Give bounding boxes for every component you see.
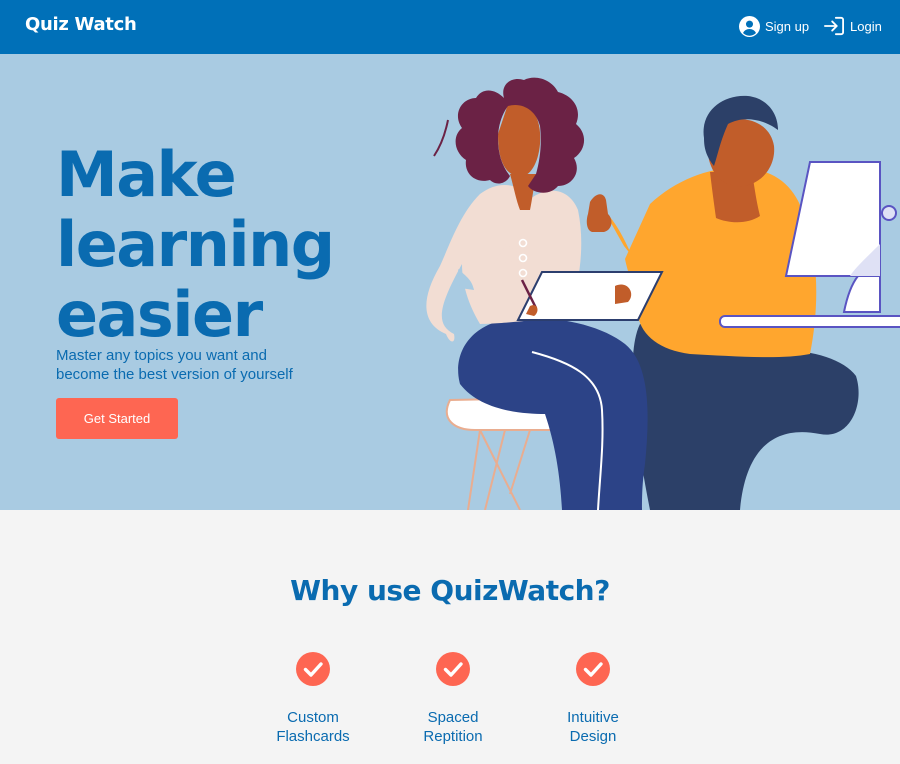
features-section: Why use QuizWatch? Custom Flashcards Spa… bbox=[0, 510, 900, 764]
feature-label-line: Spaced bbox=[427, 709, 479, 726]
hero-title-line: easier bbox=[56, 278, 263, 351]
get-started-button[interactable]: Get Started bbox=[56, 398, 178, 439]
feature-label-line: Custom bbox=[287, 709, 339, 726]
tablet bbox=[516, 271, 664, 321]
feature-label-line: Reptition bbox=[423, 728, 483, 745]
check-circle-icon bbox=[296, 652, 330, 686]
features-heading: Why use QuizWatch? bbox=[290, 574, 610, 607]
stool-left bbox=[445, 396, 562, 510]
feature-label-line: Intuitive bbox=[567, 709, 619, 726]
login-link[interactable]: Login bbox=[823, 15, 882, 37]
check-circle-icon bbox=[436, 652, 470, 686]
hero-title: Make learning easier bbox=[56, 140, 376, 350]
check-circle-icon bbox=[576, 652, 610, 686]
top-navbar: Quiz Watch Sign up Login bbox=[0, 0, 900, 54]
signup-label: Sign up bbox=[765, 18, 810, 34]
feature-item: Intuitive Design bbox=[533, 652, 653, 746]
login-icon bbox=[823, 16, 845, 36]
feature-label-line: Design bbox=[569, 728, 617, 745]
feature-label: Intuitive Design bbox=[533, 708, 653, 746]
user-circle-icon bbox=[739, 15, 760, 37]
hero-illustration bbox=[426, 77, 900, 510]
feature-label: Spaced Reptition bbox=[393, 708, 513, 746]
feature-label: Custom Flashcards bbox=[253, 708, 373, 746]
hero-title-line: learning bbox=[56, 208, 335, 281]
login-label: Login bbox=[850, 18, 882, 34]
brand-logo[interactable]: Quiz Watch bbox=[25, 14, 137, 35]
hero-title-line: Make bbox=[56, 138, 237, 211]
feature-item: Custom Flashcards bbox=[253, 652, 373, 746]
hero-section: Make learning easier Master any topics y… bbox=[0, 54, 900, 510]
feature-label-line: Flashcards bbox=[276, 728, 350, 745]
signup-link[interactable]: Sign up bbox=[739, 15, 809, 37]
feature-item: Spaced Reptition bbox=[393, 652, 513, 746]
hero-subtitle: Master any topics you want and become th… bbox=[56, 347, 293, 383]
